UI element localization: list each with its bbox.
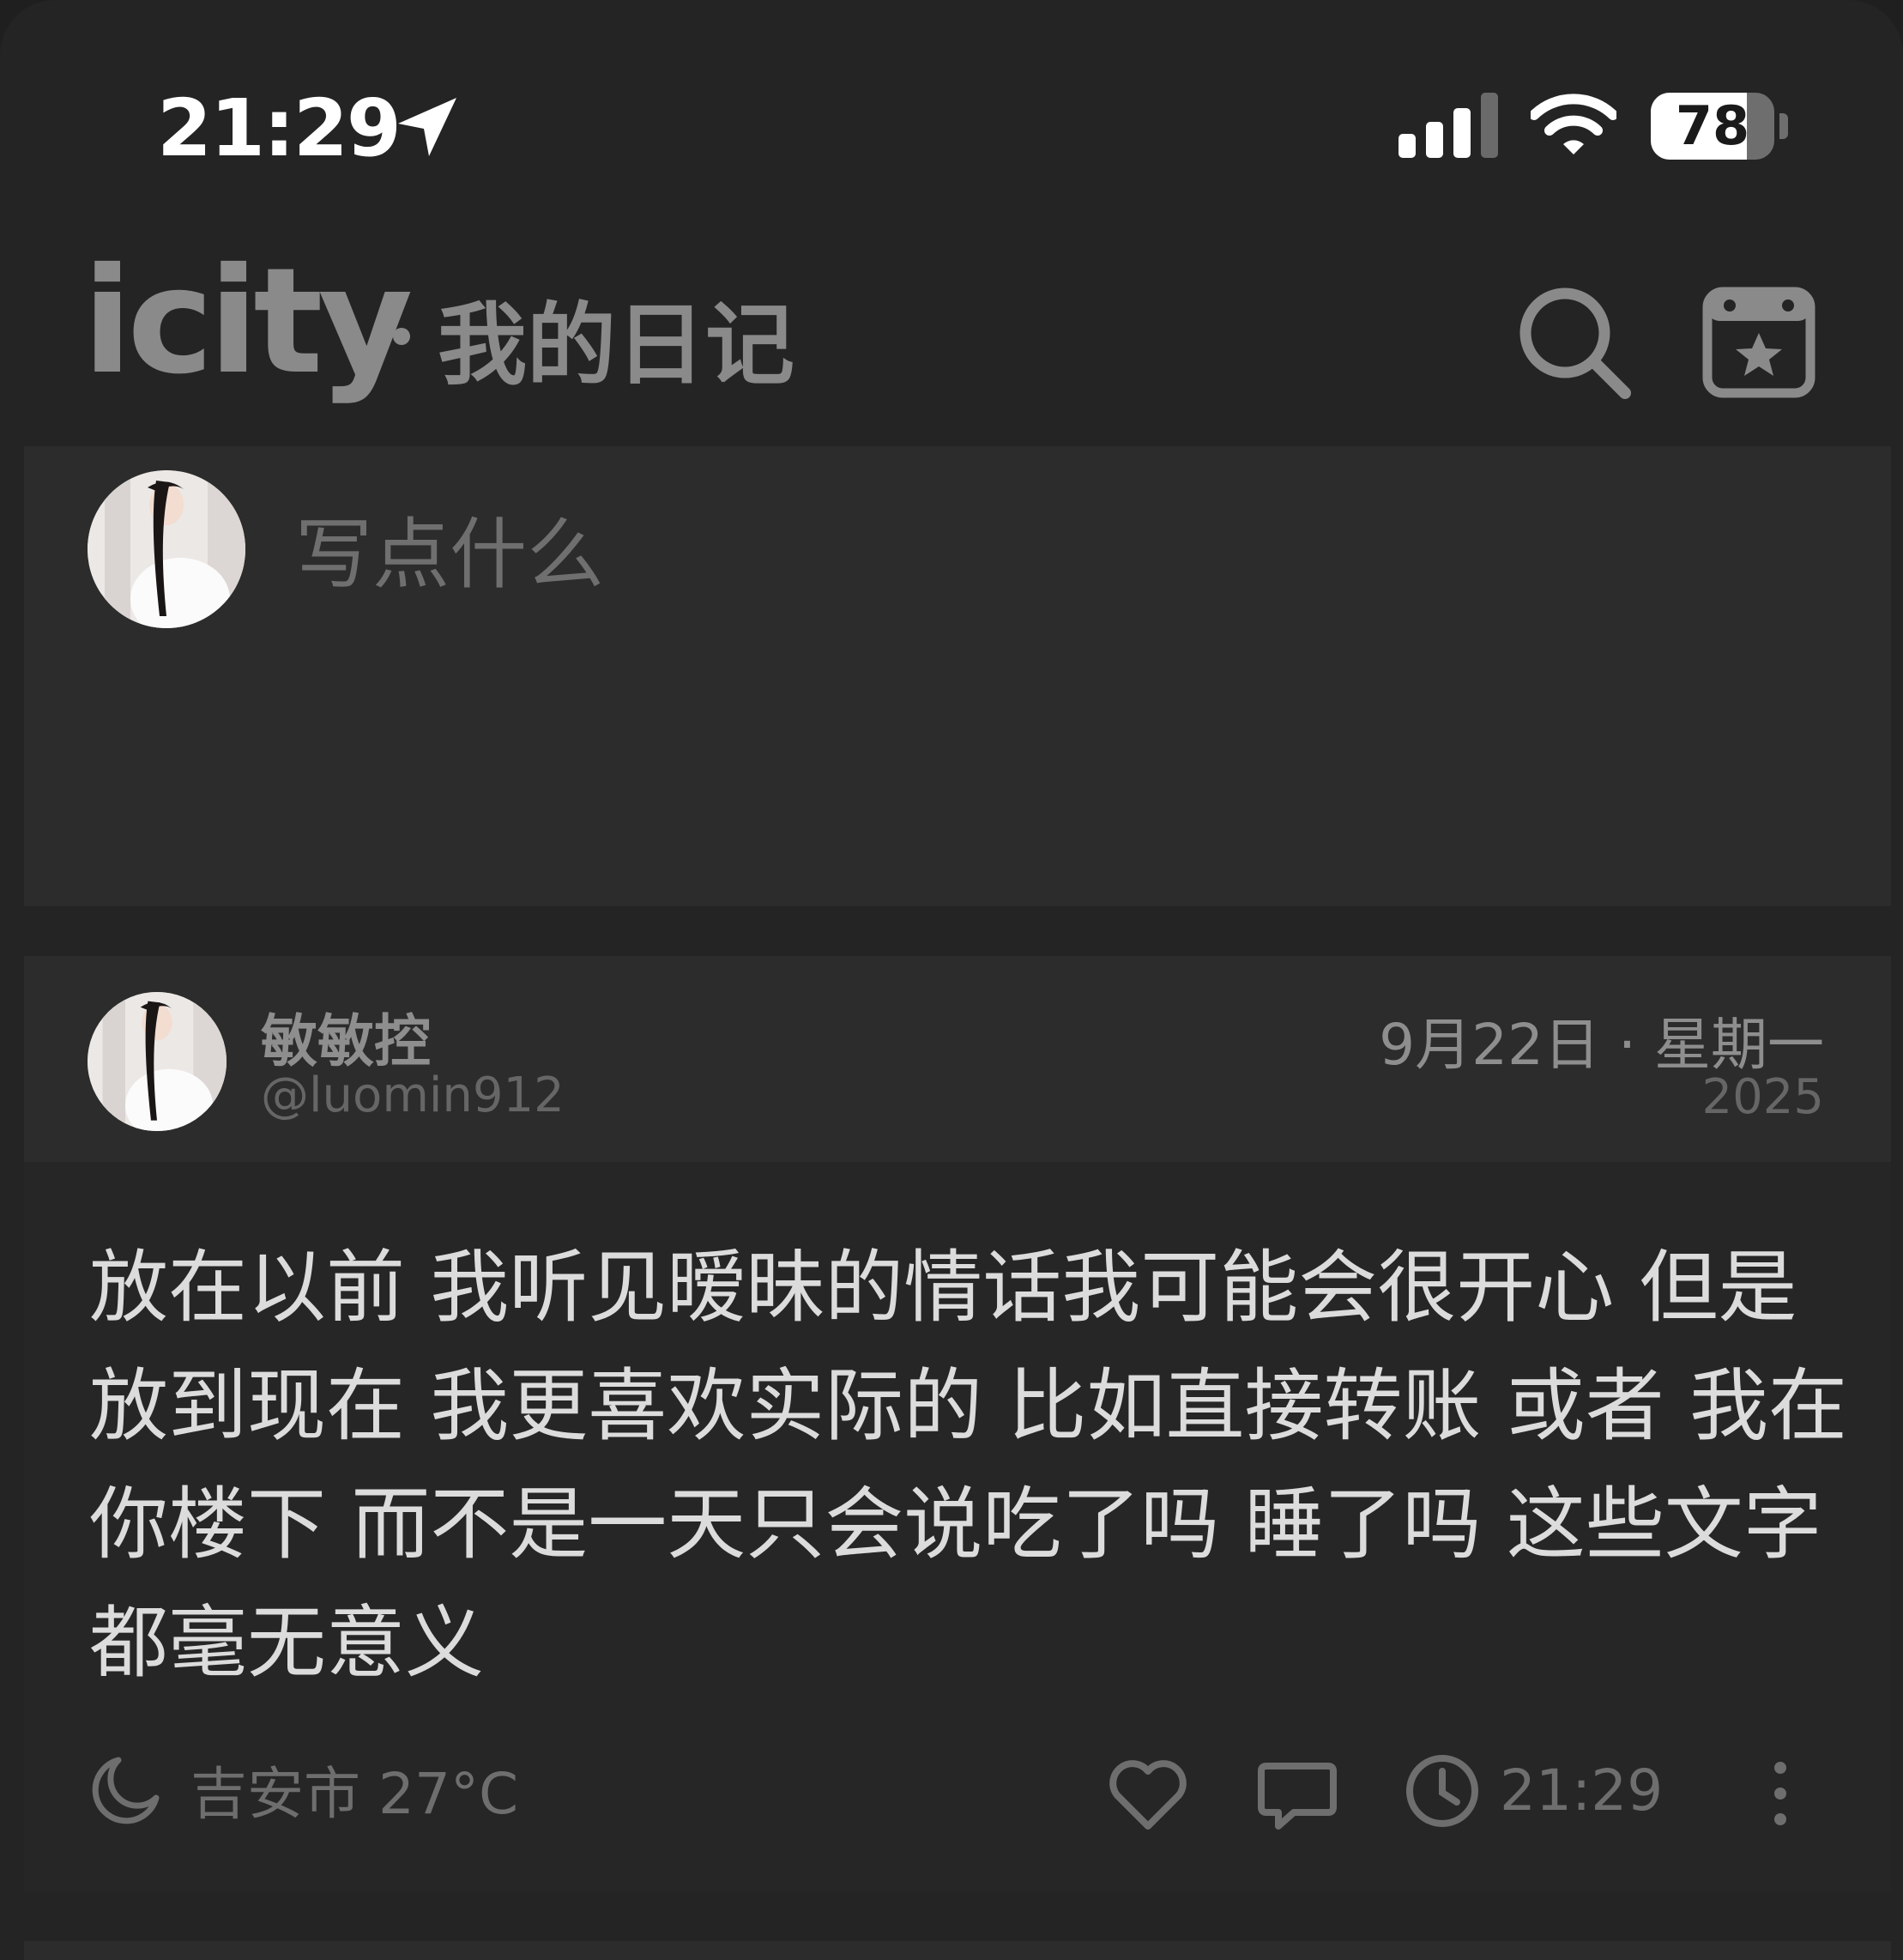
comment-icon[interactable] xyxy=(1254,1752,1340,1838)
author-name[interactable]: 敏敏控 xyxy=(261,995,431,1078)
location-arrow-icon xyxy=(398,98,456,156)
cellular-signal-icon xyxy=(1399,93,1498,158)
battery-cap xyxy=(1779,113,1788,139)
post-year: 2025 xyxy=(1701,1069,1824,1125)
weather-text: 吉安市 27°C xyxy=(190,1761,519,1827)
title-separator-dot xyxy=(393,328,410,345)
clock-icon xyxy=(1406,1755,1478,1827)
avatar-image xyxy=(88,992,227,1131)
app-screen: 21:29 78 icity 我的日记 写点什么 敏敏控 @luomin912 … xyxy=(0,0,1903,1960)
author-avatar[interactable] xyxy=(88,992,227,1131)
next-post-card[interactable] xyxy=(24,1941,1891,1960)
author-handle: @luomin912 xyxy=(261,1068,565,1123)
weather-info: 吉安市 27°C xyxy=(89,1751,518,1828)
post-time: 21:29 xyxy=(1500,1757,1664,1824)
heart-icon[interactable] xyxy=(1105,1752,1191,1838)
wifi-icon xyxy=(1531,94,1616,154)
battery-percent: 78 xyxy=(1675,94,1750,157)
avatar[interactable] xyxy=(88,470,245,628)
moon-icon xyxy=(92,1757,160,1824)
page-title: 我的日记 xyxy=(438,293,795,397)
calendar-star-icon[interactable] xyxy=(1699,280,1819,400)
battery-body: 78 xyxy=(1651,93,1774,160)
status-time: 21:29 xyxy=(157,82,402,174)
app-brand: icity xyxy=(82,237,413,407)
more-icon[interactable] xyxy=(1761,1751,1800,1836)
battery-icon: 78 xyxy=(1651,89,1790,161)
compose-input[interactable] xyxy=(293,498,1755,611)
search-icon[interactable] xyxy=(1512,280,1632,400)
avatar-image xyxy=(88,470,245,628)
post-body: 放在以前 我听见暧昧的情话我可能会很开心 但是放到现在 我更喜欢实际的 比如直接… xyxy=(89,1242,1847,1689)
